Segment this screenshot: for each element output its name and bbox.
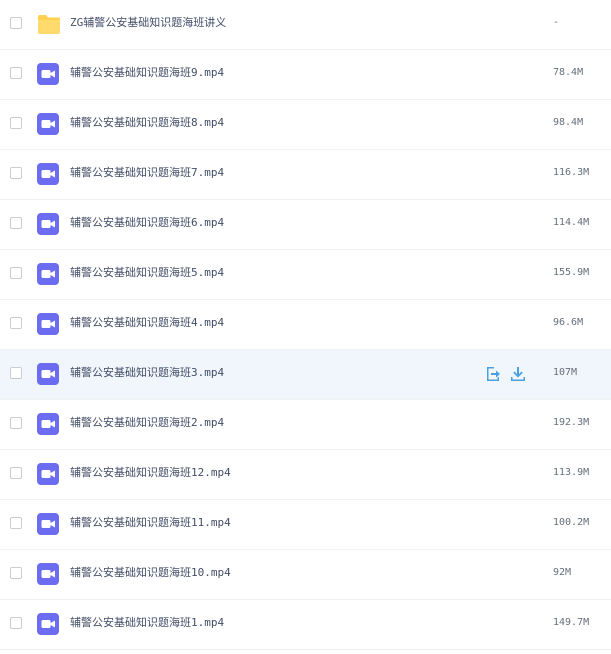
folder-row[interactable]: ZG辅警公安基础知识题海班讲义 -: [0, 0, 611, 50]
video-file-icon: [37, 313, 59, 335]
file-size: 107M: [553, 367, 578, 378]
row-checkbox[interactable]: [10, 217, 22, 229]
video-file-icon: [37, 563, 59, 585]
file-name[interactable]: 辅警公安基础知识题海班10.mp4: [70, 566, 231, 580]
row-checkbox[interactable]: [10, 417, 22, 429]
file-size: 78.4M: [553, 67, 584, 78]
row-checkbox[interactable]: [10, 367, 22, 379]
folder-icon: [37, 13, 60, 35]
file-size: -: [553, 17, 560, 28]
file-name[interactable]: 辅警公安基础知识题海班9.mp4: [70, 66, 224, 80]
video-file-icon: [37, 613, 59, 635]
video-file-icon: [37, 363, 59, 385]
share-icon[interactable]: [484, 365, 502, 383]
row-checkbox[interactable]: [10, 467, 22, 479]
file-row[interactable]: 辅警公安基础知识题海班7.mp4 116.3M: [0, 150, 611, 200]
file-row[interactable]: 辅警公安基础知识题海班10.mp4 92M: [0, 550, 611, 600]
row-checkbox[interactable]: [10, 617, 22, 629]
file-size: 192.3M: [553, 417, 590, 428]
file-name[interactable]: 辅警公安基础知识题海班4.mp4: [70, 316, 224, 330]
file-row[interactable]: 辅警公安基础知识题海班3.mp4 107M: [0, 350, 611, 400]
row-checkbox[interactable]: [10, 167, 22, 179]
file-name[interactable]: 辅警公安基础知识题海班3.mp4: [70, 366, 224, 380]
file-name[interactable]: 辅警公安基础知识题海班8.mp4: [70, 116, 224, 130]
file-list: ZG辅警公安基础知识题海班讲义 - 辅警公安基础知识题海班9.mp4 78.4M 辅警公…: [0, 0, 611, 654]
video-file-icon: [37, 213, 59, 235]
video-file-icon: [37, 463, 59, 485]
file-row[interactable]: 辅警公安基础知识题海班4.mp4 96.6M: [0, 300, 611, 350]
file-row[interactable]: 辅警公安基础知识题海班12.mp4 113.9M: [0, 450, 611, 500]
file-row[interactable]: 辅警公安基础知识题海班6.mp4 114.4M: [0, 200, 611, 250]
file-size: 113.9M: [553, 467, 590, 478]
row-checkbox[interactable]: [10, 267, 22, 279]
file-name[interactable]: 辅警公安基础知识题海班7.mp4: [70, 166, 224, 180]
file-name[interactable]: 辅警公安基础知识题海班1.mp4: [70, 616, 224, 630]
row-checkbox[interactable]: [10, 517, 22, 529]
row-checkbox[interactable]: [10, 567, 22, 579]
file-row[interactable]: 辅警公安基础知识题海班5.mp4 155.9M: [0, 250, 611, 300]
file-size: 155.9M: [553, 267, 590, 278]
video-file-icon: [37, 413, 59, 435]
video-file-icon: [37, 163, 59, 185]
file-row[interactable]: 辅警公安基础知识题海班1.mp4 149.7M: [0, 600, 611, 650]
file-size: 100.2M: [553, 517, 590, 528]
video-file-icon: [37, 113, 59, 135]
file-name[interactable]: 辅警公安基础知识题海班6.mp4: [70, 216, 224, 230]
download-icon[interactable]: [509, 365, 527, 383]
file-row[interactable]: 辅警公安基础知识题海班9.mp4 78.4M: [0, 50, 611, 100]
file-name[interactable]: 辅警公安基础知识题海班5.mp4: [70, 266, 224, 280]
file-name[interactable]: 辅警公安基础知识题海班12.mp4: [70, 466, 231, 480]
video-file-icon: [37, 263, 59, 285]
file-name[interactable]: ZG辅警公安基础知识题海班讲义: [70, 16, 226, 30]
file-row[interactable]: 辅警公安基础知识题海班8.mp4 98.4M: [0, 100, 611, 150]
file-size: 149.7M: [553, 617, 590, 628]
file-size: 98.4M: [553, 117, 584, 128]
file-row[interactable]: 辅警公安基础知识题海班11.mp4 100.2M: [0, 500, 611, 550]
file-name[interactable]: 辅警公安基础知识题海班2.mp4: [70, 416, 224, 430]
file-size: 96.6M: [553, 317, 584, 328]
video-file-icon: [37, 513, 59, 535]
video-file-icon: [37, 63, 59, 85]
file-name[interactable]: 辅警公安基础知识题海班11.mp4: [70, 516, 231, 530]
row-checkbox[interactable]: [10, 17, 22, 29]
row-checkbox[interactable]: [10, 67, 22, 79]
file-size: 92M: [553, 567, 572, 578]
row-checkbox[interactable]: [10, 117, 22, 129]
file-row[interactable]: 辅警公安基础知识题海班2.mp4 192.3M: [0, 400, 611, 450]
row-checkbox[interactable]: [10, 317, 22, 329]
file-size: 116.3M: [553, 167, 590, 178]
file-size: 114.4M: [553, 217, 590, 228]
